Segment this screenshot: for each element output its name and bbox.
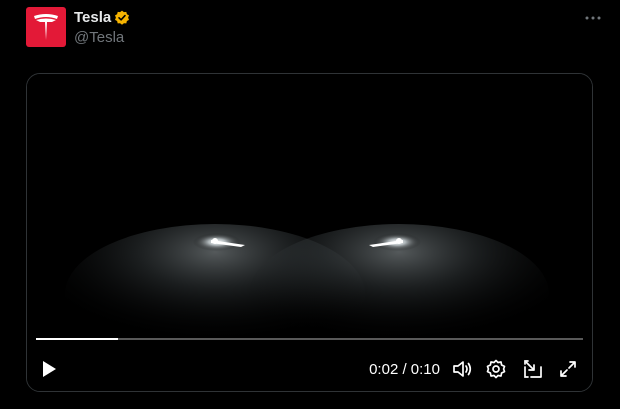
avatar[interactable] [26, 7, 66, 47]
handle[interactable]: @Tesla [74, 29, 130, 46]
fullscreen-button[interactable] [556, 354, 580, 384]
tesla-logo-icon [34, 14, 58, 40]
play-icon [43, 361, 56, 377]
volume-button[interactable] [450, 354, 474, 384]
picture-in-picture-button[interactable] [521, 354, 545, 384]
video-controls: 0:02 / 0:10 [27, 354, 592, 384]
settings-icon [486, 359, 506, 379]
video-frame [27, 74, 592, 391]
time-display: 0:02 / 0:10 [369, 360, 440, 378]
fullscreen-icon [560, 361, 576, 377]
progress-fill [36, 338, 119, 340]
display-name[interactable]: Tesla [74, 9, 111, 26]
video-player[interactable]: 0:02 / 0:10 [26, 73, 593, 392]
more-options-icon[interactable] [582, 9, 604, 27]
settings-button[interactable] [484, 354, 508, 384]
author-names: Tesla @Tesla [74, 8, 130, 46]
tweet-header: Tesla @Tesla [26, 7, 608, 47]
progress-bar[interactable] [36, 338, 583, 340]
picture-in-picture-icon [524, 360, 542, 378]
verified-badge-icon[interactable] [114, 10, 130, 26]
play-button[interactable] [37, 354, 61, 384]
volume-icon [453, 361, 472, 377]
